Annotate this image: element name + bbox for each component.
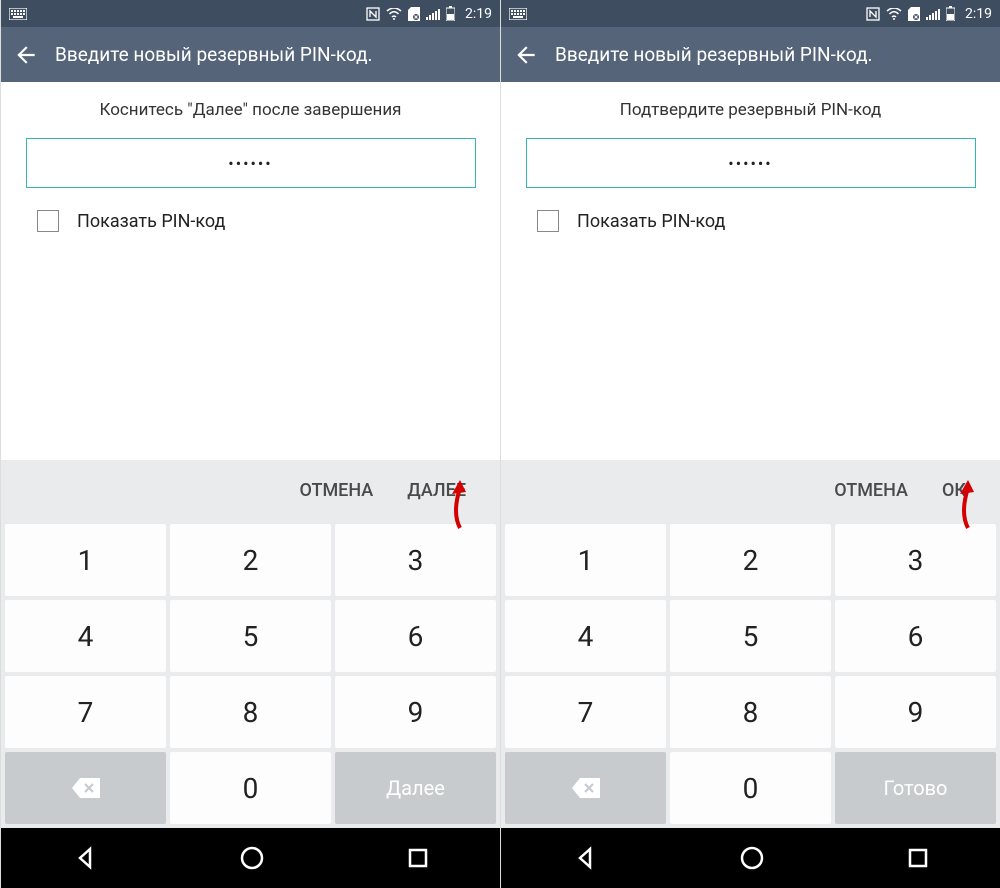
show-pin-label: Показать PIN-код xyxy=(77,211,225,232)
key-5[interactable]: 5 xyxy=(170,600,331,672)
backspace-icon xyxy=(570,776,602,800)
key-2[interactable]: 2 xyxy=(170,524,331,596)
key-1[interactable]: 1 xyxy=(5,524,166,596)
nav-home-icon[interactable] xyxy=(739,845,765,871)
nav-bar xyxy=(1,828,500,888)
content-area: Коснитесь "Далее" после завершения •••••… xyxy=(1,82,500,460)
battery-icon xyxy=(946,6,955,21)
pin-input[interactable]: •••••• xyxy=(526,138,976,188)
back-arrow-icon[interactable] xyxy=(13,42,39,68)
signal-icon xyxy=(926,8,940,20)
show-pin-checkbox[interactable] xyxy=(37,210,59,232)
key-3[interactable]: 3 xyxy=(835,524,996,596)
key-2[interactable]: 2 xyxy=(670,524,831,596)
key-4[interactable]: 4 xyxy=(5,600,166,672)
signal-icon xyxy=(426,8,440,20)
app-bar: Введите новый резервный PIN-код. xyxy=(1,27,500,82)
action-row: ОТМЕНА ДАЛЕЕ xyxy=(1,460,500,520)
nav-bar xyxy=(501,828,1000,888)
instruction-text: Подтвердите резервный PIN-код xyxy=(620,100,882,120)
key-7[interactable]: 7 xyxy=(5,676,166,748)
keyboard-icon xyxy=(9,8,27,20)
pin-input[interactable]: •••••• xyxy=(26,138,476,188)
backspace-icon xyxy=(70,776,102,800)
key-done[interactable]: Далее xyxy=(335,752,496,824)
keyboard-icon xyxy=(509,8,527,20)
battery-icon xyxy=(446,6,455,21)
key-5[interactable]: 5 xyxy=(670,600,831,672)
key-3[interactable]: 3 xyxy=(335,524,496,596)
status-bar: 2:19 xyxy=(1,0,500,27)
nfc-icon xyxy=(866,7,880,21)
app-bar-title: Введите новый резервный PIN-код. xyxy=(555,43,873,66)
content-area: Подтвердите резервный PIN-код •••••• Пок… xyxy=(501,82,1000,460)
confirm-button[interactable]: ОК xyxy=(942,480,966,501)
phone-screen-right: 2:19 Введите новый резервный PIN-код. По… xyxy=(500,0,1000,888)
numeric-keypad: 1 2 3 4 5 6 7 8 9 0 Готово xyxy=(501,520,1000,828)
wifi-icon xyxy=(886,8,902,20)
status-bar: 2:19 xyxy=(501,0,1000,27)
confirm-button[interactable]: ДАЛЕЕ xyxy=(407,480,466,501)
show-pin-row[interactable]: Показать PIN-код xyxy=(537,210,725,232)
key-1[interactable]: 1 xyxy=(505,524,666,596)
key-9[interactable]: 9 xyxy=(835,676,996,748)
key-backspace[interactable] xyxy=(505,752,666,824)
nav-home-icon[interactable] xyxy=(239,845,265,871)
key-0[interactable]: 0 xyxy=(170,752,331,824)
key-9[interactable]: 9 xyxy=(335,676,496,748)
phone-screen-left: 2:19 Введите новый резервный PIN-код. Ко… xyxy=(0,0,500,888)
key-0[interactable]: 0 xyxy=(670,752,831,824)
cancel-button[interactable]: ОТМЕНА xyxy=(300,480,374,501)
action-row: ОТМЕНА ОК xyxy=(501,460,1000,520)
nav-recent-icon[interactable] xyxy=(906,846,930,870)
app-bar: Введите новый резервный PIN-код. xyxy=(501,27,1000,82)
key-6[interactable]: 6 xyxy=(335,600,496,672)
key-7[interactable]: 7 xyxy=(505,676,666,748)
key-6[interactable]: 6 xyxy=(835,600,996,672)
nav-back-icon[interactable] xyxy=(572,845,598,871)
key-backspace[interactable] xyxy=(5,752,166,824)
status-time: 2:19 xyxy=(965,6,992,22)
back-arrow-icon[interactable] xyxy=(513,42,539,68)
app-bar-title: Введите новый резервный PIN-код. xyxy=(55,43,373,66)
nfc-icon xyxy=(366,7,380,21)
wifi-icon xyxy=(386,8,402,20)
nav-back-icon[interactable] xyxy=(72,845,98,871)
cancel-button[interactable]: ОТМЕНА xyxy=(834,480,908,501)
instruction-text: Коснитесь "Далее" после завершения xyxy=(100,100,402,120)
sd-card-icon xyxy=(908,7,920,21)
nav-recent-icon[interactable] xyxy=(406,846,430,870)
status-time: 2:19 xyxy=(465,6,492,22)
key-done[interactable]: Готово xyxy=(835,752,996,824)
sd-card-icon xyxy=(408,7,420,21)
show-pin-row[interactable]: Показать PIN-код xyxy=(37,210,225,232)
key-8[interactable]: 8 xyxy=(670,676,831,748)
key-8[interactable]: 8 xyxy=(170,676,331,748)
show-pin-checkbox[interactable] xyxy=(537,210,559,232)
numeric-keypad: 1 2 3 4 5 6 7 8 9 0 Далее xyxy=(1,520,500,828)
show-pin-label: Показать PIN-код xyxy=(577,211,725,232)
key-4[interactable]: 4 xyxy=(505,600,666,672)
